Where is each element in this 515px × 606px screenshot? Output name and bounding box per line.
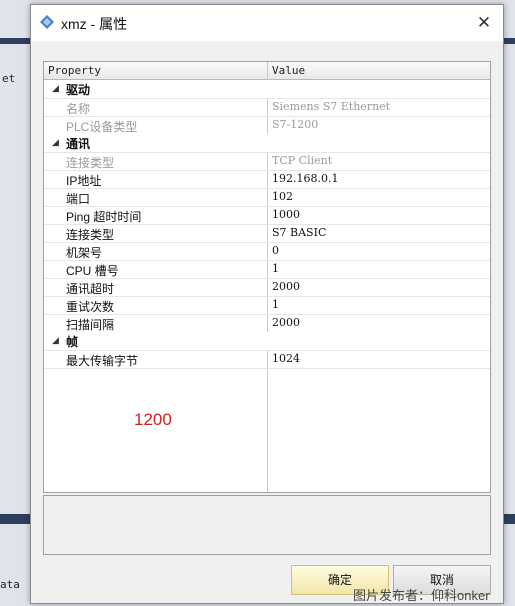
value-column-header[interactable]: Value <box>272 64 305 77</box>
property-value[interactable]: 1000 <box>272 208 300 221</box>
property-name: 扫描间隔 <box>66 318 115 332</box>
property-name: 重试次数 <box>66 300 115 314</box>
category-label: 驱动 <box>66 83 91 97</box>
background-text: et <box>2 72 16 85</box>
property-value[interactable]: 192.168.0.1 <box>272 172 338 185</box>
property-name: 机架号 <box>66 246 103 260</box>
property-name: 通讯超时 <box>66 282 115 296</box>
category-label: 通讯 <box>66 137 91 151</box>
category-label: 帧 <box>66 335 79 349</box>
dialog-title: xmz - 属性 <box>61 16 128 32</box>
property-name: IP地址 <box>66 174 102 188</box>
properties-dialog: xmz - 属性 ✕ Property Value ◢ 驱动 名称 Siemen… <box>30 4 504 604</box>
property-name: 名称 <box>66 102 91 116</box>
property-row[interactable]: PLC设备类型 S7-1200 <box>44 116 490 135</box>
property-name: 连接类型 <box>66 228 115 242</box>
property-value[interactable]: S7 BASIC <box>272 226 326 239</box>
property-row[interactable]: 通讯超时 2000 <box>44 278 490 297</box>
watermark-text: 图片发布者：仰科onker <box>353 588 490 603</box>
property-row[interactable]: 重试次数 1 <box>44 296 490 315</box>
property-value[interactable]: 102 <box>272 190 293 203</box>
property-value: Siemens S7 Ethernet <box>272 100 391 113</box>
property-row[interactable]: 扫描间隔 2000 <box>44 314 490 333</box>
category-row-frame[interactable]: ◢ 帧 <box>44 332 490 351</box>
background-text: ata <box>0 578 20 591</box>
property-value[interactable]: 2000 <box>272 316 300 329</box>
property-name: CPU 槽号 <box>66 264 119 278</box>
property-value[interactable]: 2000 <box>272 280 300 293</box>
property-name: 最大传输字节 <box>66 354 139 368</box>
property-row[interactable]: 端口 102 <box>44 188 490 207</box>
property-row[interactable]: Ping 超时时间 1000 <box>44 206 490 225</box>
property-value[interactable]: 1024 <box>272 352 300 365</box>
collapse-icon[interactable]: ◢ <box>52 137 59 148</box>
property-grid: Property Value ◢ 驱动 名称 Siemens S7 Ethern… <box>43 61 491 493</box>
description-panel <box>43 495 491 555</box>
property-value: TCP Client <box>272 154 333 167</box>
property-value[interactable]: 1 <box>272 262 279 275</box>
property-name: 连接类型 <box>66 156 115 170</box>
title-bar[interactable]: xmz - 属性 ✕ <box>31 5 503 41</box>
property-row[interactable]: 连接类型 S7 BASIC <box>44 224 490 243</box>
diamond-icon <box>40 15 54 29</box>
property-row[interactable]: 最大传输字节 1024 <box>44 350 490 369</box>
property-value[interactable]: 0 <box>272 244 279 257</box>
property-row[interactable]: 名称 Siemens S7 Ethernet <box>44 98 490 117</box>
category-row-driver[interactable]: ◢ 驱动 <box>44 80 490 99</box>
property-row[interactable]: IP地址 192.168.0.1 <box>44 170 490 189</box>
annotation-text: 1200 <box>134 410 172 429</box>
close-icon[interactable]: ✕ <box>471 10 497 36</box>
property-name: Ping 超时时间 <box>66 210 142 224</box>
property-value[interactable]: 1 <box>272 298 279 311</box>
collapse-icon[interactable]: ◢ <box>52 83 59 94</box>
property-name: 端口 <box>66 192 91 206</box>
property-row[interactable]: CPU 槽号 1 <box>44 260 490 279</box>
property-column-header[interactable]: Property <box>48 64 101 77</box>
property-row[interactable]: 机架号 0 <box>44 242 490 261</box>
property-row[interactable]: 连接类型 TCP Client <box>44 152 490 171</box>
property-value: S7-1200 <box>272 118 319 131</box>
collapse-icon[interactable]: ◢ <box>52 335 59 346</box>
category-row-communication[interactable]: ◢ 通讯 <box>44 134 490 153</box>
property-name: PLC设备类型 <box>66 120 138 134</box>
